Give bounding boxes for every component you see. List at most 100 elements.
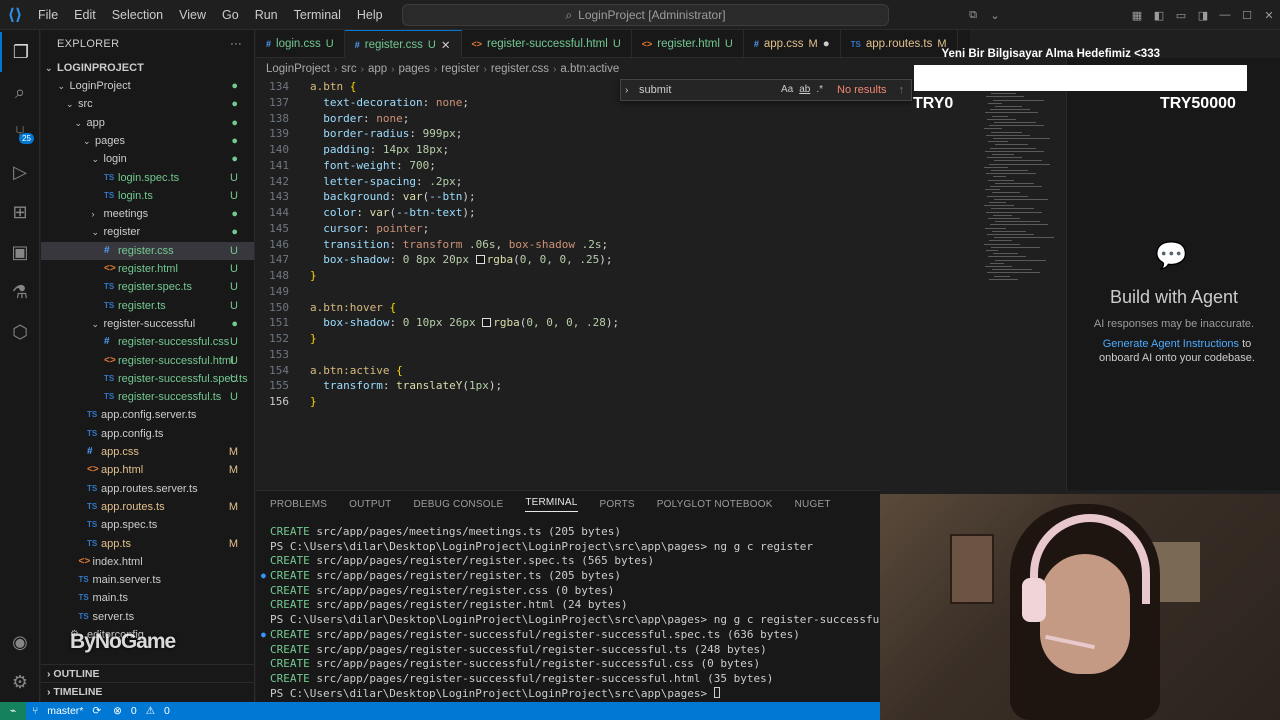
tree-item[interactable]: ⌄ src ● [41,95,254,113]
tree-item[interactable]: <> index.html [41,553,254,571]
toggle-replace-icon[interactable]: › [625,85,628,96]
tree-item[interactable]: <> app.html M [41,461,254,479]
containers-icon[interactable]: ⬡ [0,312,40,352]
code-line[interactable]: 144 color: var(--btn-text); [256,205,1056,221]
outline-section[interactable]: › OUTLINE [41,664,255,682]
remote-explorer-icon[interactable]: ▣ [0,232,40,272]
chevron-down-icon[interactable]: ⌄ [984,9,1006,22]
command-center-search[interactable]: ⌕ LoginProject [Administrator] [402,4,889,26]
tree-item[interactable]: <> register-successful.html U [41,352,254,370]
tree-item[interactable]: ⌄ register ● [41,223,254,241]
menu-file[interactable]: File [30,0,66,30]
tree-item[interactable]: TS register-successful.ts U [41,388,254,406]
code-line[interactable]: 151 box-shadow: 0 10px 26px rgba(0, 0, 0… [256,315,1056,331]
maximize-button[interactable]: ☐ [1236,9,1258,22]
more-actions-icon[interactable]: ··· [230,38,242,50]
menu-terminal[interactable]: Terminal [286,0,349,30]
tab-register-html[interactable]: <> register.html U [632,30,744,58]
tree-item[interactable]: TS app.config.ts [41,425,254,443]
tree-item[interactable]: TS register.ts U [41,297,254,315]
panel-tab-nuget[interactable]: NUGET [795,499,831,510]
run-debug-icon[interactable]: ▷ [0,152,40,192]
breadcrumb-item[interactable]: register.css [491,63,549,75]
close-window-button[interactable]: ✕ [1258,9,1280,22]
previous-match-icon[interactable]: ↑ [899,84,905,96]
git-branch[interactable]: ⑂ master* ⟳ [26,705,107,717]
extensions-icon[interactable]: ⊞ [0,192,40,232]
panel-tab-terminal[interactable]: TERMINAL [525,497,578,512]
tab-login-css[interactable]: # login.css U [256,30,345,58]
search-icon[interactable]: ⌕ [0,72,40,112]
breadcrumb-item[interactable]: pages [399,63,430,75]
project-root[interactable]: ⌄ LOGINPROJECT [41,59,254,77]
breadcrumb-item[interactable]: LoginProject [266,63,330,75]
breadcrumb-item[interactable]: app [368,63,387,75]
tree-item[interactable]: › meetings ● [41,205,254,223]
code-line[interactable]: 141 font-weight: 700; [256,158,1056,174]
tab-app-css[interactable]: # app.css M ● [744,30,841,58]
panel-tab-output[interactable]: OUTPUT [349,499,391,510]
code-line[interactable]: 150 a.btn:hover { [256,300,1056,316]
panel-tab-debug-console[interactable]: DEBUG CONSOLE [413,499,503,510]
find-input[interactable]: submit Aa ab .* [639,84,829,96]
menu-selection[interactable]: Selection [104,0,171,30]
code-line[interactable]: 153 [256,347,1056,363]
toggle-secondary-sidebar-icon[interactable]: ◨ [1192,9,1214,22]
tree-item[interactable]: TS login.ts U [41,187,254,205]
code-line[interactable]: 148} [256,268,1056,284]
tree-item[interactable]: ⌄ login ● [41,150,254,168]
code-line[interactable]: 140 padding: 14px 18px; [256,142,1056,158]
tree-item[interactable]: ⌄ LoginProject ● [41,77,254,95]
tab-register-css[interactable]: # register.css U ✕ [344,30,462,58]
tree-item[interactable]: TS main.server.ts [41,571,254,589]
tree-item[interactable]: # app.css M [41,443,254,461]
code-line[interactable]: 145 cursor: pointer; [256,221,1056,237]
code-line[interactable]: 142 letter-spacing: .2px; [256,174,1056,190]
code-line[interactable]: 154 a.btn:active { [256,363,1056,379]
tree-item[interactable]: TS register.spec.ts U [41,278,254,296]
tree-item[interactable]: # register.css U [41,241,254,260]
remote-indicator-icon[interactable]: ⌁ [0,702,26,720]
panel-tab-problems[interactable]: PROBLEMS [270,499,327,510]
source-control-icon[interactable]: ⑂ 25 [0,112,40,152]
tree-item[interactable]: TS app.ts M [41,535,254,553]
code-line[interactable]: 139 border-radius: 999px; [256,126,1056,142]
breadcrumb-item[interactable]: src [341,63,356,75]
minimap[interactable] [984,90,1056,290]
tree-item[interactable]: TS app.routes.server.ts [41,480,254,498]
copilot-icon[interactable]: ⧉ [962,9,984,22]
regex-toggle[interactable]: .* [816,84,823,96]
minimize-button[interactable]: — [1214,9,1236,21]
tree-item[interactable]: TS register-successful.spec.ts U [41,370,254,388]
problems-status[interactable]: ⊗ 0 ⚠ 0 [107,705,182,717]
customize-layout-icon[interactable]: ▦ [1126,9,1148,22]
settings-gear-icon[interactable]: ⚙ [0,662,40,702]
unsaved-dot-icon[interactable]: ● [823,38,830,50]
code-line[interactable]: 149 [256,284,1056,300]
toggle-sidebar-icon[interactable]: ◧ [1148,9,1170,22]
tree-item[interactable]: TS login.spec.ts U [41,169,254,187]
tree-item[interactable]: TS app.config.server.ts [41,406,254,424]
toggle-panel-icon[interactable]: ▭ [1170,9,1192,22]
tree-item[interactable]: ⌄ app ● [41,114,254,132]
menu-edit[interactable]: Edit [66,0,104,30]
breadcrumb-item[interactable]: a.btn:active [560,63,619,75]
breadcrumb-item[interactable]: register [441,63,479,75]
menu-go[interactable]: Go [214,0,247,30]
match-case-toggle[interactable]: Aa [781,84,793,96]
menu-view[interactable]: View [171,0,214,30]
account-icon[interactable]: ◉ [0,622,40,662]
code-editor[interactable]: 134 a.btn {137 text-decoration: none; 138 … [256,79,1056,487]
code-line[interactable]: 143 background: var(--btn); [256,189,1056,205]
code-line[interactable]: 152} [256,331,1056,347]
panel-tab-ports[interactable]: PORTS [600,499,635,510]
panel-tab-polyglot-notebook[interactable]: POLYGLOT NOTEBOOK [657,499,773,510]
testing-icon[interactable]: ⚗ [0,272,40,312]
tab-register-successful-html[interactable]: <> register-successful.html U [462,30,632,58]
tree-item[interactable]: ⌄ register-successful ● [41,315,254,333]
generate-instructions-link[interactable]: Generate Agent Instructions [1103,338,1239,350]
code-line[interactable]: 147 box-shadow: 0 8px 20px rgba(0, 0, 0,… [256,252,1056,268]
menu-run[interactable]: Run [247,0,286,30]
tree-item[interactable]: TS app.routes.ts M [41,498,254,516]
tree-item[interactable]: # register-successful.css U [41,333,254,351]
